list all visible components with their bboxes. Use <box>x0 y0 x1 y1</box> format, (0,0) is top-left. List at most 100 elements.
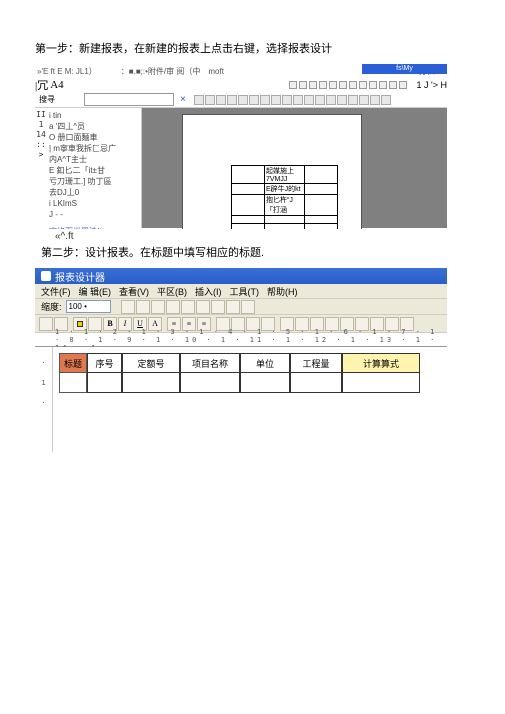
scale-label: 缩度: <box>41 300 62 313</box>
tb-icon[interactable] <box>337 95 347 105</box>
toolbar-icon[interactable] <box>39 317 53 331</box>
tool-icon[interactable] <box>319 81 327 89</box>
data-cell[interactable] <box>122 373 180 393</box>
header-cell-formula[interactable]: 计算算式 <box>342 353 420 373</box>
tb-icon[interactable] <box>304 95 314 105</box>
toolbar-icon[interactable] <box>181 300 195 314</box>
panel-line: E 釦匕二「it±甘 <box>49 165 139 176</box>
scale-row: 缩度: 100 • <box>35 299 447 315</box>
data-cell[interactable] <box>290 373 342 393</box>
tb-icon[interactable] <box>216 95 226 105</box>
tb-icon[interactable] <box>238 95 248 105</box>
search-x-icon[interactable]: × <box>180 94 186 105</box>
gutter-mark: > <box>35 150 47 160</box>
tool-icon[interactable] <box>309 81 317 89</box>
horizontal-ruler: 1 · 1 · 2 · 1 · 3 · 1 · 4 · 1 · 5 · 1 · … <box>35 333 447 347</box>
tb-icon[interactable] <box>249 95 259 105</box>
data-row <box>59 373 441 393</box>
row-label-header[interactable]: 标题 <box>59 353 87 373</box>
header-cell-unit[interactable]: 单位 <box>240 353 290 373</box>
data-cell[interactable] <box>240 373 290 393</box>
toolbar-icon[interactable] <box>121 300 135 314</box>
vruler-mark: 1 <box>35 373 52 393</box>
menu-area[interactable]: 平区(B) <box>157 285 187 298</box>
panel-line: i LKImS <box>49 198 139 209</box>
toolbar-icon[interactable] <box>196 300 210 314</box>
vruler-mark: · <box>35 353 52 373</box>
data-cell[interactable] <box>180 373 240 393</box>
top-toolbar-right <box>70 79 411 91</box>
a4-prefix: |冗 <box>35 77 48 93</box>
table-row: E辟牛J的kt <box>232 184 338 195</box>
vruler-mark: · <box>35 393 52 413</box>
tb-icon[interactable] <box>348 95 358 105</box>
menu-file[interactable]: 文件(F) <box>41 285 71 298</box>
a4-label: A4 <box>50 79 63 91</box>
row-label-data[interactable] <box>59 373 87 393</box>
report-table: 起媒施上7VMJJ E辟牛J的kt 抱匕杵“J「打涵 <box>231 165 338 229</box>
screenshot-2: 报表设计器 文件(F) 编 辑(E) 查看(V) 平区(B) 插入(I) 工具(… <box>35 268 447 452</box>
tb-icon[interactable] <box>282 95 292 105</box>
left-gutter: II 1 14 :: > <box>35 108 47 228</box>
toolbar-icon[interactable] <box>136 300 150 314</box>
header-cell-seq[interactable]: 序号 <box>87 353 122 373</box>
search-label: 搜寻 <box>39 94 55 105</box>
tool-icon[interactable] <box>349 81 357 89</box>
header-cell-amount[interactable]: 工程量 <box>290 353 342 373</box>
screenshot-1: fs\My Documents\Grandsoft P^ »'E ft E M:… <box>35 64 447 229</box>
table-cell: E辟牛J的kt <box>265 184 305 195</box>
tb-icon[interactable] <box>359 95 369 105</box>
tb-icon[interactable] <box>260 95 270 105</box>
menu-edit[interactable]: 编 辑(E) <box>79 285 112 298</box>
tb-icon[interactable] <box>205 95 215 105</box>
toolbar-strip <box>194 95 391 105</box>
font-color-icon <box>77 321 83 327</box>
toolbar-icon[interactable] <box>211 300 225 314</box>
table-row <box>232 216 338 224</box>
menu-view[interactable]: 查看(V) <box>119 285 149 298</box>
table-row: 抱匕杵“J「打涵 <box>232 195 338 216</box>
menu-help[interactable]: 帮助(H) <box>267 285 298 298</box>
menubar: 文件(F) 编 辑(E) 查看(V) 平区(B) 插入(I) 工具(T) 帮助(… <box>35 284 447 299</box>
tool-icon[interactable] <box>329 81 337 89</box>
menu-tools[interactable]: 工具(T) <box>230 285 260 298</box>
document-page: 起媒施上7VMJJ E辟牛J的kt 抱匕杵“J「打涵 <box>182 114 362 229</box>
gutter-mark: 1 <box>35 120 47 130</box>
designer-titlebar: 报表设计器 <box>35 268 447 284</box>
tb-icon[interactable] <box>271 95 281 105</box>
top-left-text: »'E ft E M: JL1） <box>37 66 97 77</box>
panel-line: J - - <box>49 209 139 220</box>
toolbar-icon[interactable] <box>241 300 255 314</box>
top-moft: moft <box>208 67 224 76</box>
shot1-body: II 1 14 :: > i tin a '四丄^员 O 册口面麵車 | m寧車… <box>35 108 447 228</box>
left-panel: i tin a '四丄^员 O 册口面麵車 | m寧車我拆匚忌广 内A^T主士 … <box>47 108 142 228</box>
toolbar-icon[interactable] <box>151 300 165 314</box>
step2-heading: 第二步：设计报表。在标题中填写相应的标题. <box>41 244 470 260</box>
tool-icon[interactable] <box>339 81 347 89</box>
tb-icon[interactable] <box>293 95 303 105</box>
tb-icon[interactable] <box>381 95 391 105</box>
data-cell[interactable] <box>87 373 122 393</box>
tb-icon[interactable] <box>227 95 237 105</box>
vertical-ruler: · 1 · <box>35 347 53 452</box>
panel-blue-link[interactable]: 宾格页半用法ft： <box>49 226 139 229</box>
document-gray-area: 起媒施上7VMJJ E辟牛J的kt 抱匕杵“J「打涵 <box>142 108 447 228</box>
tb-icon[interactable] <box>370 95 380 105</box>
toolbar-icon[interactable] <box>226 300 240 314</box>
toolbar-icon[interactable] <box>166 300 180 314</box>
header-cell-quota[interactable]: 定额号 <box>122 353 180 373</box>
designer-title: 报表设计器 <box>55 269 105 284</box>
design-area[interactable]: 标题 序号 定额号 项目名称 单位 工程量 计算算式 <box>53 347 447 452</box>
tb-icon[interactable] <box>194 95 204 105</box>
tool-icon[interactable] <box>299 81 307 89</box>
tb-icon[interactable] <box>315 95 325 105</box>
gutter-mark: II <box>35 110 47 120</box>
tb-icon[interactable] <box>326 95 336 105</box>
menu-insert[interactable]: 插入(I) <box>195 285 222 298</box>
search-input[interactable] <box>84 93 174 106</box>
tool-icon[interactable] <box>289 81 297 89</box>
data-cell[interactable] <box>342 373 420 393</box>
scale-dropdown[interactable]: 100 • <box>66 300 111 313</box>
table-row: 起媒施上7VMJJ <box>232 166 338 184</box>
header-cell-project[interactable]: 项目名称 <box>180 353 240 373</box>
